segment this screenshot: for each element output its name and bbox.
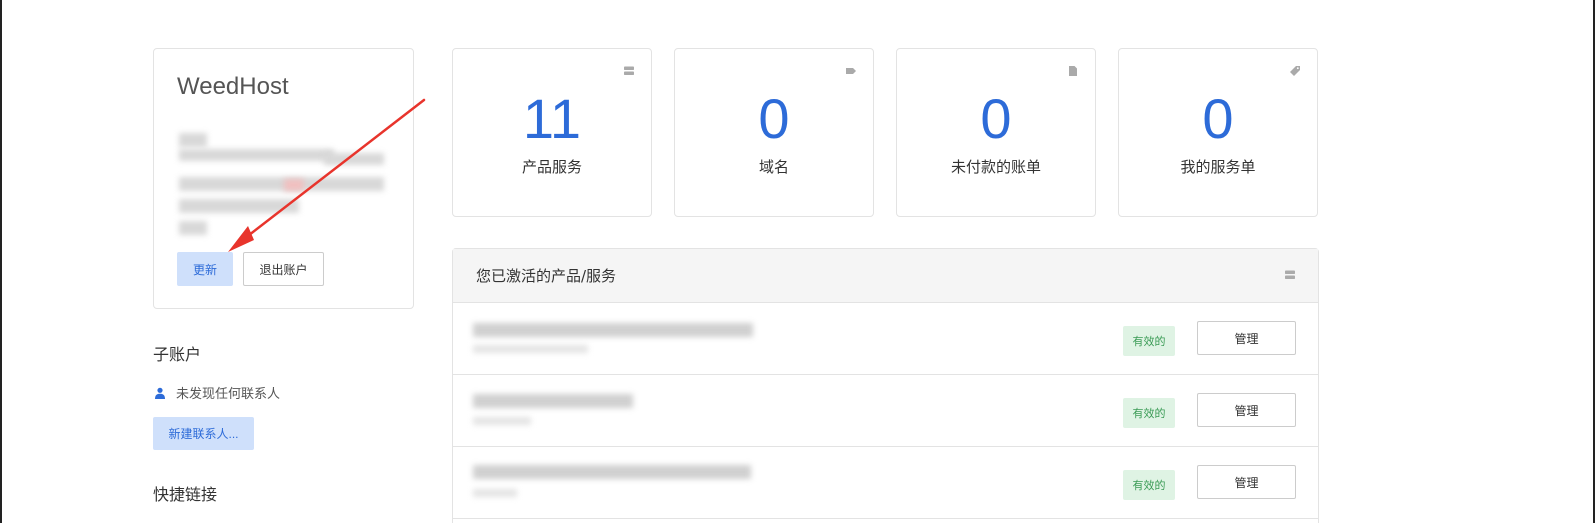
stat-tile-products[interactable]: 11 产品服务: [452, 48, 652, 217]
manage-button[interactable]: 管理: [1197, 465, 1296, 499]
stat-value: 0: [980, 87, 1012, 150]
stat-tile-tickets[interactable]: 0 我的服务单: [1118, 48, 1318, 217]
stat-value: 11: [522, 87, 582, 150]
stat-label: 产品服务: [521, 158, 582, 176]
contacts-empty-row: 未发现任何联系人: [153, 383, 280, 402]
ticket-icon: [1290, 66, 1300, 76]
service-row[interactable]: 有效的 管理: [453, 447, 1318, 519]
stat-tile-unpaid-invoices[interactable]: 0 未付款的账单: [896, 48, 1096, 217]
window-border-left: [0, 0, 2, 523]
subaccounts-title: 子账户: [153, 345, 202, 364]
quicklinks-title: 快捷链接: [153, 485, 218, 504]
panel-title: 您已激活的产品/服务: [476, 267, 617, 285]
stat-label: 域名: [758, 158, 789, 176]
account-name: WeedHost: [177, 73, 289, 100]
stat-label: 我的服务单: [1180, 158, 1256, 176]
active-services-panel: 您已激活的产品/服务 有效的 管理 有效的 管理 有效的 管理: [452, 248, 1319, 523]
service-row[interactable]: 有效的 管理: [453, 375, 1318, 447]
stat-label: 未付款的账单: [950, 158, 1041, 176]
tag-icon: [846, 68, 856, 74]
manage-button[interactable]: 管理: [1197, 393, 1296, 427]
status-badge: 有效的: [1123, 470, 1175, 500]
stat-tile-domains[interactable]: 0 域名: [674, 48, 874, 217]
panel-header: 您已激活的产品/服务: [453, 249, 1318, 303]
stat-value: 0: [758, 87, 790, 150]
server-icon: [624, 66, 634, 75]
manage-button[interactable]: 管理: [1197, 321, 1296, 355]
service-row[interactable]: 有效的 管理: [453, 303, 1318, 375]
status-badge: 有效的: [1123, 326, 1175, 356]
contacts-empty-text: 未发现任何联系人: [176, 387, 281, 402]
stat-value: 0: [1202, 87, 1234, 150]
update-button[interactable]: 更新: [177, 252, 233, 286]
document-icon: [1069, 66, 1077, 76]
new-contact-button[interactable]: 新建联系人...: [153, 417, 254, 450]
person-icon: [155, 387, 165, 399]
status-badge: 有效的: [1123, 398, 1175, 428]
account-card: WeedHost 更新 退出账户: [153, 48, 414, 309]
logout-button[interactable]: 退出账户: [243, 252, 324, 286]
server-icon: [1285, 270, 1295, 279]
